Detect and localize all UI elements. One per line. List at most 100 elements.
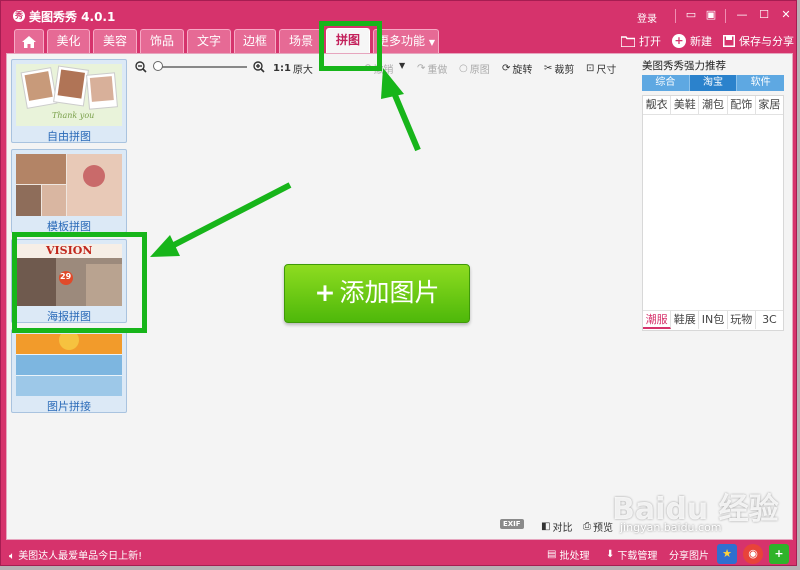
preview-button[interactable]: ⎙ 预览 [583, 519, 613, 534]
chevron-down-icon: ▼ [428, 38, 435, 47]
download-icon: ⬇ [606, 549, 615, 560]
category-shoe-show[interactable]: 鞋展 [671, 311, 700, 329]
folder-icon [621, 36, 635, 47]
plus-icon: + [314, 278, 336, 307]
top-category-row: 靓衣 美鞋 潮包 配饰 家居 [643, 96, 783, 115]
rotate-button[interactable]: ⟳ 旋转 [502, 61, 532, 76]
tab-text[interactable]: 文字 [187, 29, 231, 53]
share-label: 分享图片 [669, 551, 709, 562]
app-title: 美图秀秀 4.0.1 [29, 10, 116, 24]
tab-more-label: 更多功能 [377, 34, 426, 48]
tab-face[interactable]: 美容 [93, 29, 137, 53]
stitch-puzzle-label: 图片拼接 [47, 400, 91, 413]
compare-label: 对比 [552, 523, 573, 534]
title-separator [675, 9, 676, 23]
batch-label: 批处理 [559, 551, 590, 562]
compare-button[interactable]: ◧ 对比 [541, 519, 572, 534]
highlight-box-poster-puzzle [12, 232, 147, 333]
zoom-out-icon[interactable] [135, 61, 147, 73]
new-button[interactable]: + 新建 [672, 33, 712, 49]
batch-icon: ▤ [547, 549, 557, 560]
undo-dropdown[interactable]: ▼ [399, 61, 405, 70]
batch-button[interactable]: ▤ 批处理 [547, 547, 589, 562]
size-button[interactable]: ⊡ 尺寸 [586, 61, 616, 76]
message-icon[interactable]: ▭ [684, 8, 698, 22]
template-puzzle-thumbnail [16, 154, 122, 216]
tab-border[interactable]: 边框 [234, 29, 276, 53]
category-clothes[interactable]: 靓衣 [643, 96, 672, 114]
minimize-icon[interactable]: — [735, 8, 749, 22]
actual-size-button[interactable]: 1:1 原大 [273, 61, 313, 76]
preview-icon: ⎙ [583, 521, 591, 532]
download-manager-button[interactable]: ⬇ 下载管理 [606, 547, 657, 562]
add-icon[interactable]: + [769, 544, 789, 564]
status-message[interactable]: 🔈︎ 美图达人最爱单品今日上新! [9, 547, 142, 562]
maximize-icon[interactable]: ☐ [757, 8, 771, 22]
recommendation-tabs: 综合 淘宝 软件 [642, 75, 785, 91]
rec-tab-taobao[interactable]: 淘宝 [689, 75, 738, 91]
save-icon [723, 35, 735, 47]
main-tab-bar: 美化 美容 饰品 文字 边框 场景 拼图 更多功能 ▼ 打开 + 新建 保存与分… [1, 27, 796, 54]
exif-button[interactable]: EXIF [500, 519, 524, 529]
zoom-in-icon[interactable] [253, 61, 265, 73]
recommendation-title: 美图秀秀强力推荐 [642, 60, 726, 72]
recommendation-panel: 美图秀秀强力推荐 综合 淘宝 软件 靓衣 美鞋 潮包 配饰 家居 潮服 鞋展 I… [639, 54, 789, 334]
category-3c[interactable]: 3C [756, 311, 783, 329]
status-bar: 🔈︎ 美图达人最爱单品今日上新! ▤ 批处理 ⬇ 下载管理 分享图片 ★ ◉ + [1, 542, 796, 566]
share-button[interactable]: 分享图片 [669, 547, 709, 562]
plus-icon: + [672, 34, 686, 48]
add-picture-button[interactable]: + 添加图片 [284, 264, 470, 323]
category-home[interactable]: 家居 [756, 96, 783, 114]
tab-accessories[interactable]: 饰品 [140, 29, 184, 53]
save-share-label: 保存与分享 [739, 35, 794, 48]
compare-icon: ◧ [541, 521, 551, 532]
exif-label: EXIF [500, 519, 524, 529]
rec-tab-general[interactable]: 综合 [642, 75, 690, 91]
crop-label: 裁剪 [554, 65, 575, 76]
speaker-icon: 🔈︎ [9, 551, 15, 562]
save-share-button[interactable]: 保存与分享 [723, 33, 794, 49]
recommendation-content: 靓衣 美鞋 潮包 配饰 家居 潮服 鞋展 IN包 玩物 3C [642, 95, 784, 331]
puzzle-mode-free[interactable]: Thank you 自由拼图 [11, 59, 127, 143]
menu-icon[interactable]: ▣ [704, 8, 718, 22]
original-size-label: 原大 [292, 65, 313, 76]
puzzle-mode-stitch[interactable]: 图片拼接 [11, 329, 127, 413]
category-in-bag[interactable]: IN包 [699, 311, 728, 329]
close-icon[interactable]: ✕ [779, 8, 793, 22]
crop-button[interactable]: ✂ 裁剪 [544, 61, 574, 76]
tab-scene[interactable]: 场景 [279, 29, 323, 53]
open-button[interactable]: 打开 [621, 33, 661, 49]
free-puzzle-label: 自由拼图 [47, 130, 91, 143]
tab-more[interactable]: 更多功能 ▼ [373, 29, 439, 53]
rec-tab-software[interactable]: 软件 [737, 75, 785, 91]
category-toys[interactable]: 玩物 [728, 311, 756, 329]
app-logo-icon: 秀 [13, 10, 25, 22]
status-message-text: 美图达人最爱单品今日上新! [18, 551, 143, 562]
size-label: 尺寸 [596, 65, 617, 76]
category-bags[interactable]: 潮包 [699, 96, 728, 114]
home-icon [22, 35, 36, 48]
preview-label: 预览 [593, 523, 613, 534]
free-puzzle-thumb-text: Thank you [52, 111, 95, 120]
star-icon[interactable]: ★ [717, 544, 737, 564]
tab-beautify[interactable]: 美化 [47, 29, 90, 53]
baidu-watermark-url: jingyan.baidu.com [620, 521, 722, 534]
puzzle-mode-template[interactable]: 模板拼图 [11, 149, 127, 233]
category-trend-wear[interactable]: 潮服 [643, 311, 672, 329]
zoom-slider-track[interactable] [157, 66, 247, 68]
category-accessories[interactable]: 配饰 [728, 96, 756, 114]
chevron-down-icon: ▼ [399, 61, 406, 70]
redo-button[interactable]: ↷ 重做 [417, 61, 447, 76]
scissors-icon: ✂ [544, 63, 553, 74]
zoom-slider-handle[interactable] [153, 61, 163, 71]
original-icon: ○ [459, 63, 468, 74]
tab-home[interactable] [14, 29, 44, 53]
redo-icon: ↷ [417, 63, 426, 74]
original-image-button[interactable]: ○ 原图 [459, 61, 490, 76]
login-link[interactable]: 登录 [637, 10, 657, 25]
stitch-puzzle-thumbnail [16, 334, 122, 396]
category-shoes[interactable]: 美鞋 [671, 96, 700, 114]
weibo-icon[interactable]: ◉ [743, 544, 763, 564]
new-label: 新建 [690, 35, 712, 48]
original-label: 原图 [469, 65, 490, 76]
